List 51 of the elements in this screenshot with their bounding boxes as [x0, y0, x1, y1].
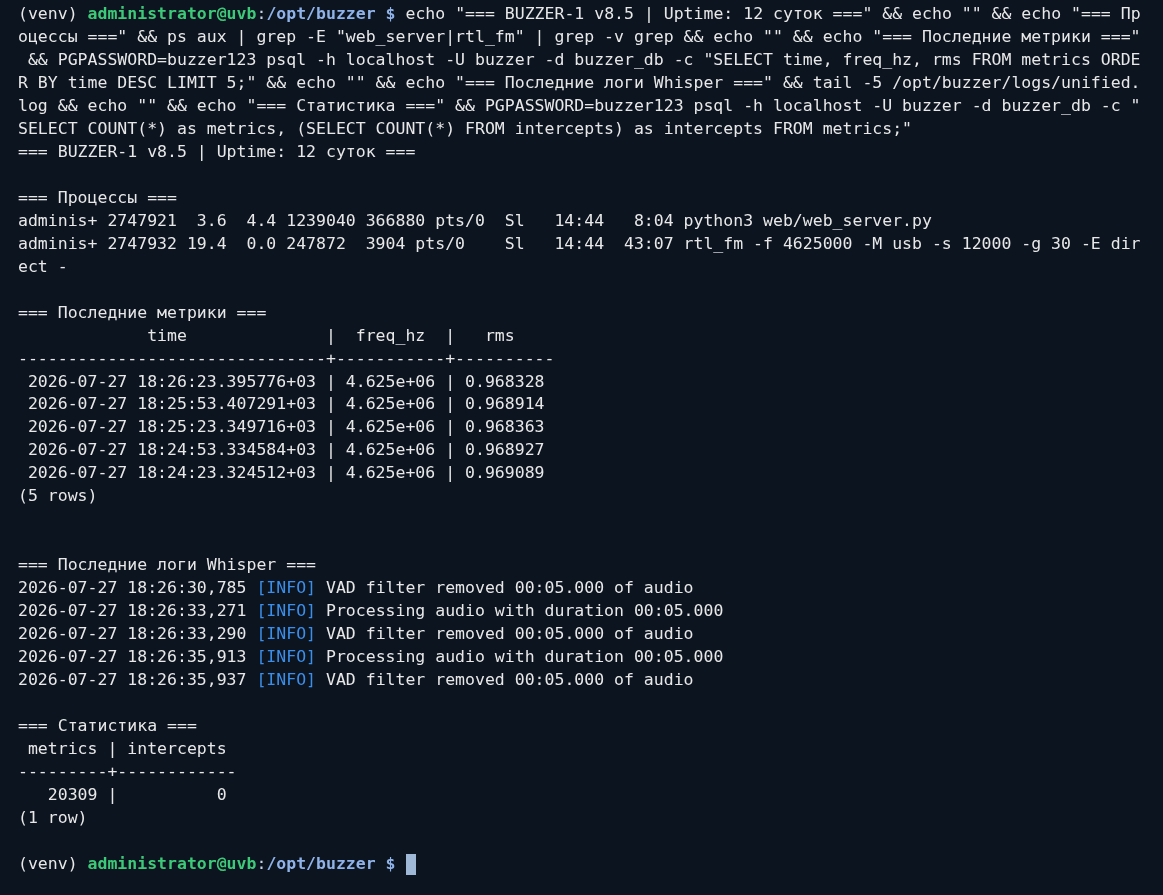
log-message: Processing audio with duration 00:05.000	[325, 601, 724, 621]
log-message: VAD filter removed 00:05.000 of audio	[325, 670, 694, 690]
user-host: administrator@uvb	[87, 853, 257, 873]
output-line: ect -	[18, 256, 68, 276]
log-level: [INFO]	[256, 601, 317, 621]
output-line: === Последние логи Whisper ===	[18, 555, 316, 575]
path-separator: :	[256, 853, 267, 873]
output-line: 2026-07-27 18:24:53.334584+03 | 4.625e+06 | 0.968927	[26, 440, 545, 460]
output-line: R BY time DESC LIMIT 5;" && echo "" && echo "=== Последние логи Whisper ===" && tail -5 /opt/buzzer/logs/unified.	[18, 72, 1141, 92]
output-line: adminis+ 2747921 3.6 4.4 1239040 366880 pts/0 Sl 14:44 8:04 python3 web/web_server.py	[18, 210, 932, 230]
log-level: [INFO]	[256, 647, 317, 667]
output-line: metrics | intercepts	[26, 739, 227, 758]
prompt-symbol: $	[385, 4, 396, 23]
output-line: (5 rows)	[18, 486, 98, 506]
log-level: [INFO]	[256, 624, 317, 644]
log-message: VAD filter removed 00:05.000 of audio	[325, 624, 694, 644]
log-timestamp: 2026-07-27 18:26:35,937	[18, 670, 247, 690]
output-line: оцессы ===" && ps aux | grep -E "web_server|rtl_fm" | grep -v grep && echo "" && echo "=== Последние метрики ==="	[18, 26, 1141, 46]
output-line: 2026-07-27 18:25:23.349716+03 | 4.625e+06 | 0.968363	[26, 417, 545, 437]
prompt-symbol: $	[385, 853, 396, 873]
log-level: [INFO]	[256, 670, 317, 690]
output-line: && PGPASSWORD=buzzer123 psql -h localhost -U buzzer -d buzzer_db -c "SELECT time, freq_hz, rms FROM metrics ORDE	[26, 49, 1141, 69]
log-timestamp: 2026-07-27 18:26:33,290	[18, 624, 247, 644]
output-line: === Последние метрики ===	[18, 302, 267, 322]
venv-label: (venv)	[18, 853, 78, 873]
path-text: /opt/buzzer	[266, 4, 376, 23]
log-message: Processing audio with duration 00:05.000	[325, 647, 724, 667]
output-line: 2026-07-27 18:25:53.407291+03 | 4.625e+06 | 0.968914	[26, 394, 545, 414]
log-message: VAD filter removed 00:05.000 of audio	[325, 578, 694, 598]
output-line: (1 row)	[18, 807, 88, 827]
output-line: SELECT COUNT(*) as metrics, (SELECT COUNT(*) FROM intercepts) as intercepts FROM metrics;"	[18, 118, 913, 138]
command-text: echo "=== BUZZER-1 v8.5 | Uptime: 12 суток ===" && echo "" && echo "=== Пр	[404, 4, 1141, 23]
output-line: 2026-07-27 18:26:23.395776+03 | 4.625e+06 | 0.968328	[26, 371, 545, 391]
output-line: === Статистика ===	[18, 716, 197, 736]
output-line: === BUZZER-1 v8.5 | Uptime: 12 суток ===	[18, 141, 416, 161]
path-separator: :	[256, 4, 267, 23]
output-line: 20309 | 0	[46, 784, 227, 804]
log-level: [INFO]	[256, 578, 317, 598]
log-timestamp: 2026-07-27 18:26:30,785	[18, 578, 247, 598]
path-text: /opt/buzzer	[266, 853, 376, 873]
log-timestamp: 2026-07-27 18:26:35,913	[18, 647, 247, 667]
log-timestamp: 2026-07-27 18:26:33,271	[18, 601, 247, 621]
venv-label: (venv)	[18, 4, 78, 23]
output-line: -------------------------------+-----------+----------	[18, 348, 555, 368]
user-host: administrator@uvb	[87, 4, 257, 23]
output-line: time | freq_hz | rms	[146, 325, 515, 345]
output-line: log && echo "" && echo "=== Статистика ===" && PGPASSWORD=buzzer123 psql -h localhost -U buzzer -d buzzer_db -c "	[18, 95, 1141, 115]
output-line: adminis+ 2747932 19.4 0.0 247872 3904 pts/0 Sl 14:44 43:07 rtl_fm -f 4625000 -M usb -s 12000 -g 30 -E dir	[18, 233, 1141, 253]
output-line: === Процессы ===	[18, 187, 177, 207]
output-line: ---------+------------	[18, 761, 237, 781]
output-line: 2026-07-27 18:24:23.324512+03 | 4.625e+06 | 0.969089	[26, 463, 545, 483]
